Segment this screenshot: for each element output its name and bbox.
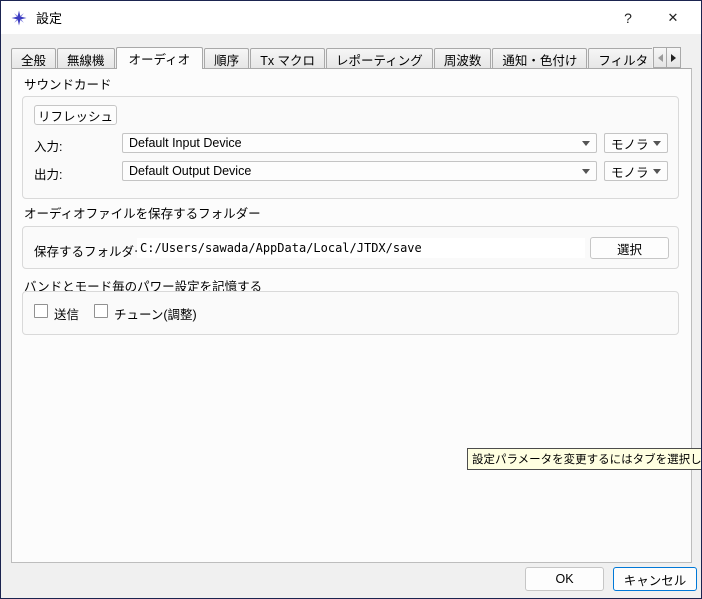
tab-scroll-left-button[interactable] [653,47,667,68]
save-folder-row-label: 保存するフォルダー: [34,241,150,260]
tab-radio[interactable]: 無線機 [57,48,115,69]
app-icon [11,10,27,26]
output-channel-combobox[interactable]: モノラル [604,161,668,181]
output-channel-value: モノラル [611,162,647,181]
tab-scroll-right-button[interactable] [667,47,681,68]
tab-tx-macro[interactable]: Tx マクロ [250,48,325,69]
titlebar: 設定 ? ✕ [1,1,701,34]
tab-hint-tooltip: 設定パラメータを変更するにはタブを選択します。 [467,448,702,470]
tab-filters[interactable]: フィルタ [588,48,652,69]
tab-reporting[interactable]: レポーティング [326,48,433,69]
input-channel-value: モノラル [611,134,647,153]
tab-scroll-buttons [653,47,681,68]
tab-audio[interactable]: オーディオ [116,47,204,69]
save-folder-section-label: オーディオファイルを保存するフォルダー [24,203,261,222]
input-device-combobox[interactable]: Default Input Device [122,133,597,153]
tune-checkbox-label: チューン(調整) [114,304,197,323]
audio-tab-page: サウンドカード リフレッシュ 入力: Default Input Device … [11,68,692,563]
tx-checkbox[interactable] [34,304,48,318]
input-label: 入力: [34,136,62,155]
input-device-value: Default Input Device [129,136,576,150]
chevron-left-icon [658,54,663,62]
tx-checkbox-label: 送信 [54,304,79,323]
settings-dialog: 設定 ? ✕ 全般 無線機 オーディオ 順序 Tx マクロ レポーティング 周波… [0,0,702,599]
tab-frequencies[interactable]: 周波数 [434,48,492,69]
tab-bar: 全般 無線機 オーディオ 順序 Tx マクロ レポーティング 周波数 通知・色付… [11,46,652,69]
cancel-button[interactable]: キャンセル [613,567,697,591]
help-button[interactable]: ? [607,1,649,34]
sound-card-section-label: サウンドカード [24,74,112,93]
tune-checkbox[interactable] [94,304,108,318]
save-folder-path-field[interactable]: C:/Users/sawada/AppData/Local/JTDX/save [137,238,585,258]
refresh-button[interactable]: リフレッシュ [34,105,117,125]
close-button[interactable]: ✕ [649,1,697,34]
tab-notifications[interactable]: 通知・色付け [492,48,587,69]
output-device-value: Default Output Device [129,164,576,178]
ok-button[interactable]: OK [525,567,604,591]
chevron-right-icon [671,54,676,62]
select-folder-button[interactable]: 選択 [590,237,669,259]
chevron-down-icon [582,169,590,174]
tab-general[interactable]: 全般 [11,48,56,69]
chevron-down-icon [582,141,590,146]
window-title: 設定 [36,8,62,27]
output-label: 出力: [34,164,62,183]
input-channel-combobox[interactable]: モノラル [604,133,668,153]
output-device-combobox[interactable]: Default Output Device [122,161,597,181]
tab-sequence[interactable]: 順序 [204,48,249,69]
chevron-down-icon [653,169,661,174]
chevron-down-icon [653,141,661,146]
